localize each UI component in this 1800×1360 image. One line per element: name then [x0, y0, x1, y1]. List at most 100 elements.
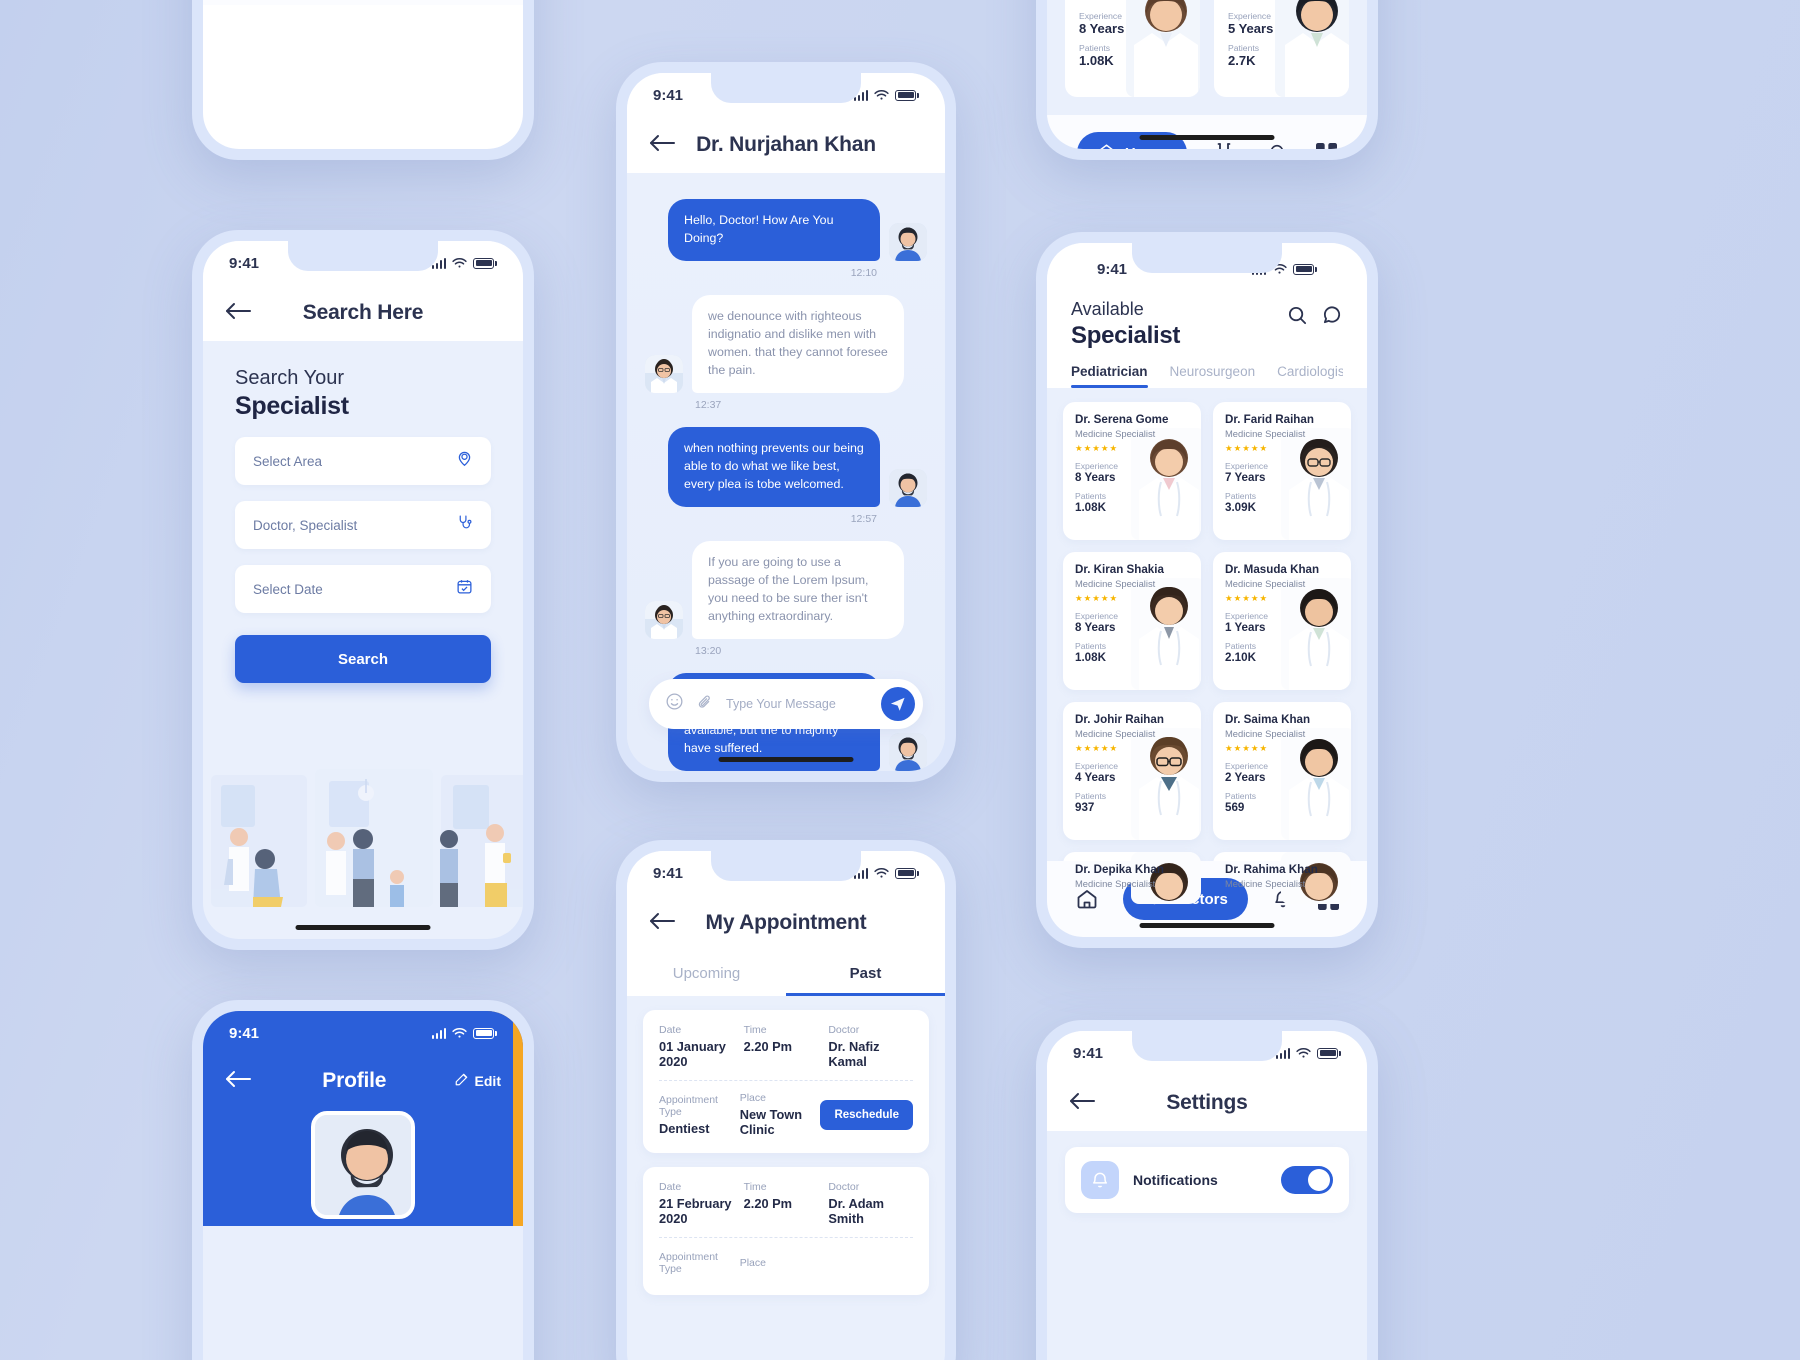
search-button[interactable]: Search — [235, 635, 491, 683]
doctor-card[interactable]: Dr. Farid Raihan Medicine Specialist ★★★… — [1213, 402, 1351, 540]
doctor-card[interactable]: Dr. Saima Khan Medicine Specialist ★★★★★… — [1213, 702, 1351, 840]
reschedule-button[interactable]: Reschedule — [820, 1099, 913, 1130]
patient-avatar — [889, 222, 927, 261]
screens-mockup-board: Log Out › Menu — [0, 0, 1800, 1360]
time-label: Time — [743, 1024, 767, 1036]
back-arrow-icon[interactable] — [225, 302, 255, 325]
search-icon[interactable] — [1287, 305, 1308, 331]
patients-label: Patients — [1079, 43, 1111, 53]
doctor-name: Dr. Rahima Khan — [1225, 863, 1318, 876]
message-composer[interactable]: Type Your Message — [649, 679, 923, 729]
back-arrow-icon[interactable] — [649, 912, 679, 935]
chat-message: when nothing prevents our being able to … — [645, 426, 927, 507]
status-time: 9:41 — [1073, 1044, 1104, 1062]
appointment-card[interactable]: Date 01 January 2020 Time 2.20 Pm Doctor… — [643, 1010, 929, 1153]
tab-past[interactable]: Past — [786, 951, 945, 996]
page-title: Settings — [1166, 1091, 1248, 1114]
battery-icon — [1293, 263, 1317, 275]
experience-label: Experience — [1225, 761, 1268, 771]
home-icon[interactable] — [1075, 887, 1099, 911]
notifications-toggle[interactable] — [1281, 1166, 1333, 1194]
page-title: Dr. Nurjahan Khan — [696, 133, 876, 156]
message-text: we denounce with righteous indignatio an… — [692, 294, 904, 393]
patients-label: Patients — [1075, 491, 1107, 501]
grid-icon[interactable] — [1316, 142, 1338, 149]
experience-value: 4 Years — [1075, 771, 1116, 784]
home-indicator — [295, 925, 431, 930]
message-input[interactable]: Type Your Message — [726, 697, 869, 711]
smiley-icon[interactable] — [665, 692, 684, 716]
chat-bubble-icon[interactable] — [1322, 305, 1343, 331]
search-heading-big: Specialist — [235, 392, 349, 420]
phone-profile-screen: 9:41 Profile Edit — [192, 1000, 534, 1360]
edit-button[interactable]: Edit — [454, 1072, 501, 1090]
doctor-name: Dr. Kiran Shakia — [1075, 563, 1164, 576]
home-doctor-card[interactable]: Experience 5 Years Patients 2.7K — [1214, 0, 1349, 97]
home-doctor-card[interactable]: Experience 8 Years Patients 1.08K — [1065, 0, 1200, 97]
back-arrow-icon[interactable] — [649, 134, 679, 157]
phone-settings-screen: 9:41 Settings Notifications — [1036, 1020, 1378, 1360]
experience-value: 7 Years — [1225, 471, 1266, 484]
appointment-tabs: Upcoming Past — [627, 951, 945, 996]
doctor-specialist-field[interactable]: Doctor, Specialist — [235, 501, 491, 549]
experience-value: 8 Years — [1075, 471, 1116, 484]
experience-label: Experience — [1075, 461, 1118, 471]
doctor-name: Dr. Saima Khan — [1225, 713, 1311, 726]
tab-upcoming[interactable]: Upcoming — [627, 951, 786, 996]
edit-label: Edit — [474, 1073, 501, 1089]
appointment-date: Date 21 February 2020 — [659, 1181, 744, 1226]
appointment-time: Time 2.20 Pm — [744, 1181, 829, 1211]
wifi-icon — [874, 868, 890, 878]
send-button[interactable] — [881, 687, 915, 721]
specialist-heading-big: Specialist — [1071, 322, 1181, 349]
back-arrow-icon[interactable] — [225, 1070, 255, 1093]
doctor-specialty: Medicine Specialist — [1225, 428, 1306, 439]
status-time: 9:41 — [229, 254, 260, 272]
doctor-specialty: Medicine Specialist — [1075, 878, 1156, 889]
settings-row-notifications[interactable]: Notifications — [1065, 1147, 1349, 1213]
experience-value: 2 Years — [1225, 771, 1266, 784]
doctor-card[interactable]: Dr. Johir Raihan Medicine Specialist ★★★… — [1063, 702, 1201, 840]
appointment-card[interactable]: Date 21 February 2020 Time 2.20 Pm Docto… — [643, 1167, 929, 1295]
page-title: Profile — [322, 1069, 387, 1092]
bell-icon[interactable] — [1266, 142, 1288, 149]
rating-stars: ★★★★★ — [1075, 443, 1119, 453]
paperclip-icon[interactable] — [696, 693, 714, 716]
doctor-avatar — [645, 600, 683, 639]
select-date-field[interactable]: Select Date — [235, 565, 491, 613]
home-nav-label: Home — [1125, 145, 1167, 150]
chat-titlebar: Dr. Nurjahan Khan — [627, 117, 945, 173]
experience-label: Experience — [1228, 11, 1271, 21]
patients-value: 1.08K — [1079, 53, 1114, 68]
experience-label: Experience — [1225, 611, 1268, 621]
tab-pediatrician[interactable]: Pediatrician — [1071, 364, 1148, 388]
rating-stars: ★★★★★ — [1225, 593, 1269, 603]
patients-label: Patients — [1228, 43, 1260, 53]
search-heading-small: Search Your — [235, 367, 344, 389]
type-label: Appointment Type — [659, 1250, 718, 1275]
doctor-card[interactable]: Dr. Masuda Khan Medicine Specialist ★★★★… — [1213, 552, 1351, 690]
select-area-field[interactable]: Select Area — [235, 437, 491, 485]
appointment-date: Date 01 January 2020 — [659, 1024, 744, 1069]
place-label: Place — [739, 1256, 766, 1269]
back-arrow-icon[interactable] — [1069, 1092, 1099, 1115]
status-time: 9:41 — [653, 864, 684, 882]
tab-cardiologist[interactable]: Cardiologist — [1277, 364, 1343, 388]
patients-label: Patients — [1225, 791, 1257, 801]
tab-neurosurgeon[interactable]: Neurosurgeon — [1170, 364, 1256, 388]
doctor-name: Dr. Serena Gome — [1075, 413, 1169, 426]
stethoscope-icon[interactable] — [1214, 141, 1238, 149]
phone-chat-screen: 9:41 Dr. Nurjahan Khan Hello, Doctor! Ho… — [616, 62, 956, 782]
patients-label: Patients — [1225, 641, 1257, 651]
place-value: New Town Clinic — [739, 1107, 803, 1137]
experience-label: Experience — [1225, 461, 1268, 471]
message-time: 12:37 — [695, 398, 722, 411]
doctor-card[interactable]: Dr. Serena Gome Medicine Specialist ★★★★… — [1063, 402, 1201, 540]
doctor-specialty: Medicine Specialist — [1225, 728, 1306, 739]
message-text: when nothing prevents our being able to … — [668, 426, 880, 507]
doctor-card[interactable]: Dr. Kiran Shakia Medicine Specialist ★★★… — [1063, 552, 1201, 690]
appointment-titlebar: My Appointment — [627, 895, 945, 951]
message-time: 12:10 — [850, 266, 877, 279]
notch — [1132, 1031, 1282, 1061]
date-label: Date — [659, 1024, 682, 1036]
